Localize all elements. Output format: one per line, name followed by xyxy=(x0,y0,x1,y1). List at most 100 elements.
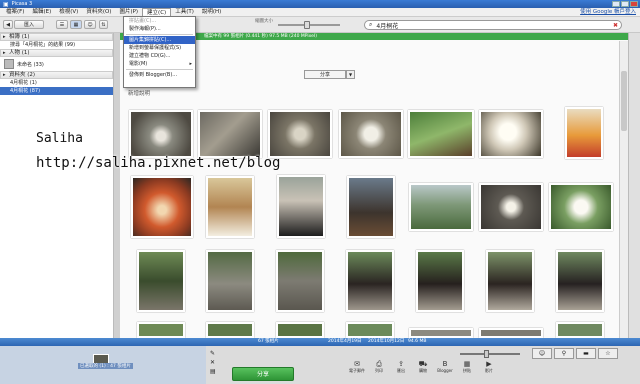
print-icon: ⎙ xyxy=(376,360,382,368)
photo-thumbnail[interactable] xyxy=(347,176,395,238)
back-button[interactable]: ◀ xyxy=(3,20,13,29)
albums-group-header[interactable]: 相簿 (1) xyxy=(0,33,113,41)
photo-thumbnail[interactable] xyxy=(129,110,193,158)
person-label: 未命名 (33) xyxy=(17,61,44,68)
zoom-label: 縮圖大小 xyxy=(255,19,273,24)
folder-item-selected[interactable]: 4月桐花 (87) xyxy=(0,87,113,95)
menu-help[interactable]: 說明(H) xyxy=(198,8,225,17)
clear-icon[interactable]: ✕ xyxy=(210,359,220,366)
share-button[interactable]: 分享 xyxy=(304,70,346,79)
menu-item-gift-cd[interactable]: 建立禮物 CD(G)... xyxy=(124,52,195,60)
menu-item-picture-collage[interactable]: 圖片集錦拼貼(C)... xyxy=(124,36,195,44)
avatar xyxy=(4,59,14,69)
menu-file[interactable]: 檔案(F) xyxy=(2,8,28,17)
blogger-icon: B xyxy=(442,360,448,368)
menu-item-movie[interactable]: 電影(M) ▸ xyxy=(124,60,195,68)
watermark-name: Saliha xyxy=(36,131,83,146)
photo-thumbnail[interactable] xyxy=(137,322,185,338)
zoom-slider-knob[interactable] xyxy=(304,21,310,29)
hold-icon[interactable]: ✎ xyxy=(210,350,220,357)
photo-thumbnail[interactable] xyxy=(137,250,185,312)
export-icon: ⇪ xyxy=(398,360,404,368)
photo-thumbnail[interactable] xyxy=(486,250,534,312)
blogger-button[interactable]: B Blogger xyxy=(436,360,454,374)
movie-button[interactable]: ▶ 影片 xyxy=(480,360,498,374)
google-signin-link[interactable]: 使用 Google 帳戶登入 xyxy=(580,8,636,17)
scrollbar-thumb[interactable] xyxy=(621,71,627,131)
photo-thumbnail[interactable] xyxy=(346,250,394,312)
photo-thumbnail[interactable] xyxy=(276,250,324,312)
people-group-header[interactable]: 人物 (1) xyxy=(0,49,113,57)
star-icon[interactable]: ☆ xyxy=(598,348,618,359)
menu-item-screensaver[interactable]: 新增到螢幕保護程式(S) xyxy=(124,44,195,52)
clear-search-icon[interactable]: ✖ xyxy=(613,22,618,29)
folder-icon[interactable]: ▬ xyxy=(576,348,596,359)
menu-item-poster[interactable]: 製作海報(P)... xyxy=(124,25,195,33)
photo-thumbnail[interactable] xyxy=(268,110,332,158)
photo-thumbnail[interactable] xyxy=(556,322,604,338)
view-list-button[interactable]: ☰ xyxy=(56,20,68,29)
photo-thumbnail[interactable] xyxy=(277,175,325,238)
person-item[interactable]: 未命名 (33) xyxy=(0,57,113,71)
menu-view[interactable]: 檢視(V) xyxy=(55,8,82,17)
photo-thumbnail[interactable] xyxy=(479,183,543,231)
photo-thumbnail[interactable] xyxy=(206,322,254,338)
export-button[interactable]: ⇪ 匯出 xyxy=(392,360,410,374)
photo-thumbnail[interactable] xyxy=(409,183,473,231)
sort-button[interactable]: ⇅ xyxy=(99,20,108,29)
menu-item-collage[interactable]: 拼貼畫(C)... xyxy=(124,17,195,25)
photo-thumbnail[interactable] xyxy=(408,110,474,158)
share-dropdown-button[interactable]: ▼ xyxy=(346,70,355,79)
menu-item-blogger[interactable]: 發佈到 Blogger(B)... xyxy=(124,71,195,79)
maximize-button[interactable] xyxy=(621,1,629,7)
photo-thumbnail[interactable] xyxy=(198,110,262,158)
shop-button[interactable]: ⛟ 購物 xyxy=(414,360,432,374)
collage-button[interactable]: ▦ 拼貼 xyxy=(458,360,476,374)
bottom-status-bar: 67 張相片 2014年4月19日 2014年10月12日 94.6 MB xyxy=(0,338,640,346)
photo-thumbnail[interactable] xyxy=(556,250,604,312)
selection-tray[interactable]: 已選取的 (1) : 47 張相片 xyxy=(0,346,206,384)
photo-thumbnail[interactable] xyxy=(131,176,193,238)
view-people-button[interactable]: ☺ xyxy=(84,20,96,29)
menu-edit[interactable]: 編輯(E) xyxy=(28,8,55,17)
print-button[interactable]: ⎙ 列印 xyxy=(370,360,388,374)
photo-thumbnail[interactable] xyxy=(479,110,543,158)
folder-item[interactable]: 4月桐花 (1) xyxy=(0,79,113,87)
photo-thumbnail[interactable] xyxy=(565,107,603,159)
album-search-result[interactable]: 搜尋「4月桐花」的結果 (99) xyxy=(0,41,113,49)
photo-thumbnail[interactable] xyxy=(276,322,324,338)
import-button[interactable]: 匯入 xyxy=(14,20,44,29)
email-button[interactable]: ✉ 電子郵件 xyxy=(348,360,366,374)
photo-thumbnail[interactable] xyxy=(479,328,543,338)
menu-separator xyxy=(126,34,193,35)
photo-thumbnail[interactable] xyxy=(549,183,613,231)
photo-thumbnail[interactable] xyxy=(409,328,473,338)
date-start: 2014年4月19日 xyxy=(328,339,362,344)
photo-thumbnail[interactable] xyxy=(339,110,403,158)
close-button[interactable] xyxy=(630,1,638,7)
movie-label: 影片 xyxy=(485,368,493,373)
menu-folder[interactable]: 資料夾(O) xyxy=(82,8,115,17)
zoom-slider[interactable] xyxy=(278,21,340,29)
photo-thumbnail[interactable] xyxy=(206,250,254,312)
tray-zoom-slider[interactable] xyxy=(460,350,520,358)
photo-thumbnail[interactable] xyxy=(346,322,394,338)
folders-group-header[interactable]: 資料夾 (2) xyxy=(0,71,113,79)
photo-thumbnail[interactable] xyxy=(416,250,464,312)
photo-thumbnail[interactable] xyxy=(206,176,254,238)
right-panel-strip[interactable] xyxy=(628,33,640,338)
minimize-button[interactable] xyxy=(612,1,620,7)
email-icon: ✉ xyxy=(354,360,360,368)
tray-zoom-knob[interactable] xyxy=(484,350,489,358)
scrollbar[interactable] xyxy=(619,41,628,338)
status-bar: 檔案中有 99 張相片 (0.441 秒) 97.5 MB (240 MPixe… xyxy=(120,33,628,40)
upload-share-button[interactable]: 分享 xyxy=(232,367,294,381)
album-icon[interactable]: ▤ xyxy=(210,368,220,375)
caption-placeholder[interactable]: 新增說明 xyxy=(128,89,150,97)
person-icon[interactable]: ☺ xyxy=(532,348,552,359)
view-grid-button[interactable]: ▦ xyxy=(70,20,82,29)
tray-label: 已選取的 (1) : 47 張相片 xyxy=(78,363,133,369)
pin-icon[interactable]: ⚲ xyxy=(554,348,574,359)
search-input[interactable]: ⌕ 4月桐花 ✖ xyxy=(364,20,622,30)
tray-tools: ✎ ✕ ▤ xyxy=(210,350,220,380)
